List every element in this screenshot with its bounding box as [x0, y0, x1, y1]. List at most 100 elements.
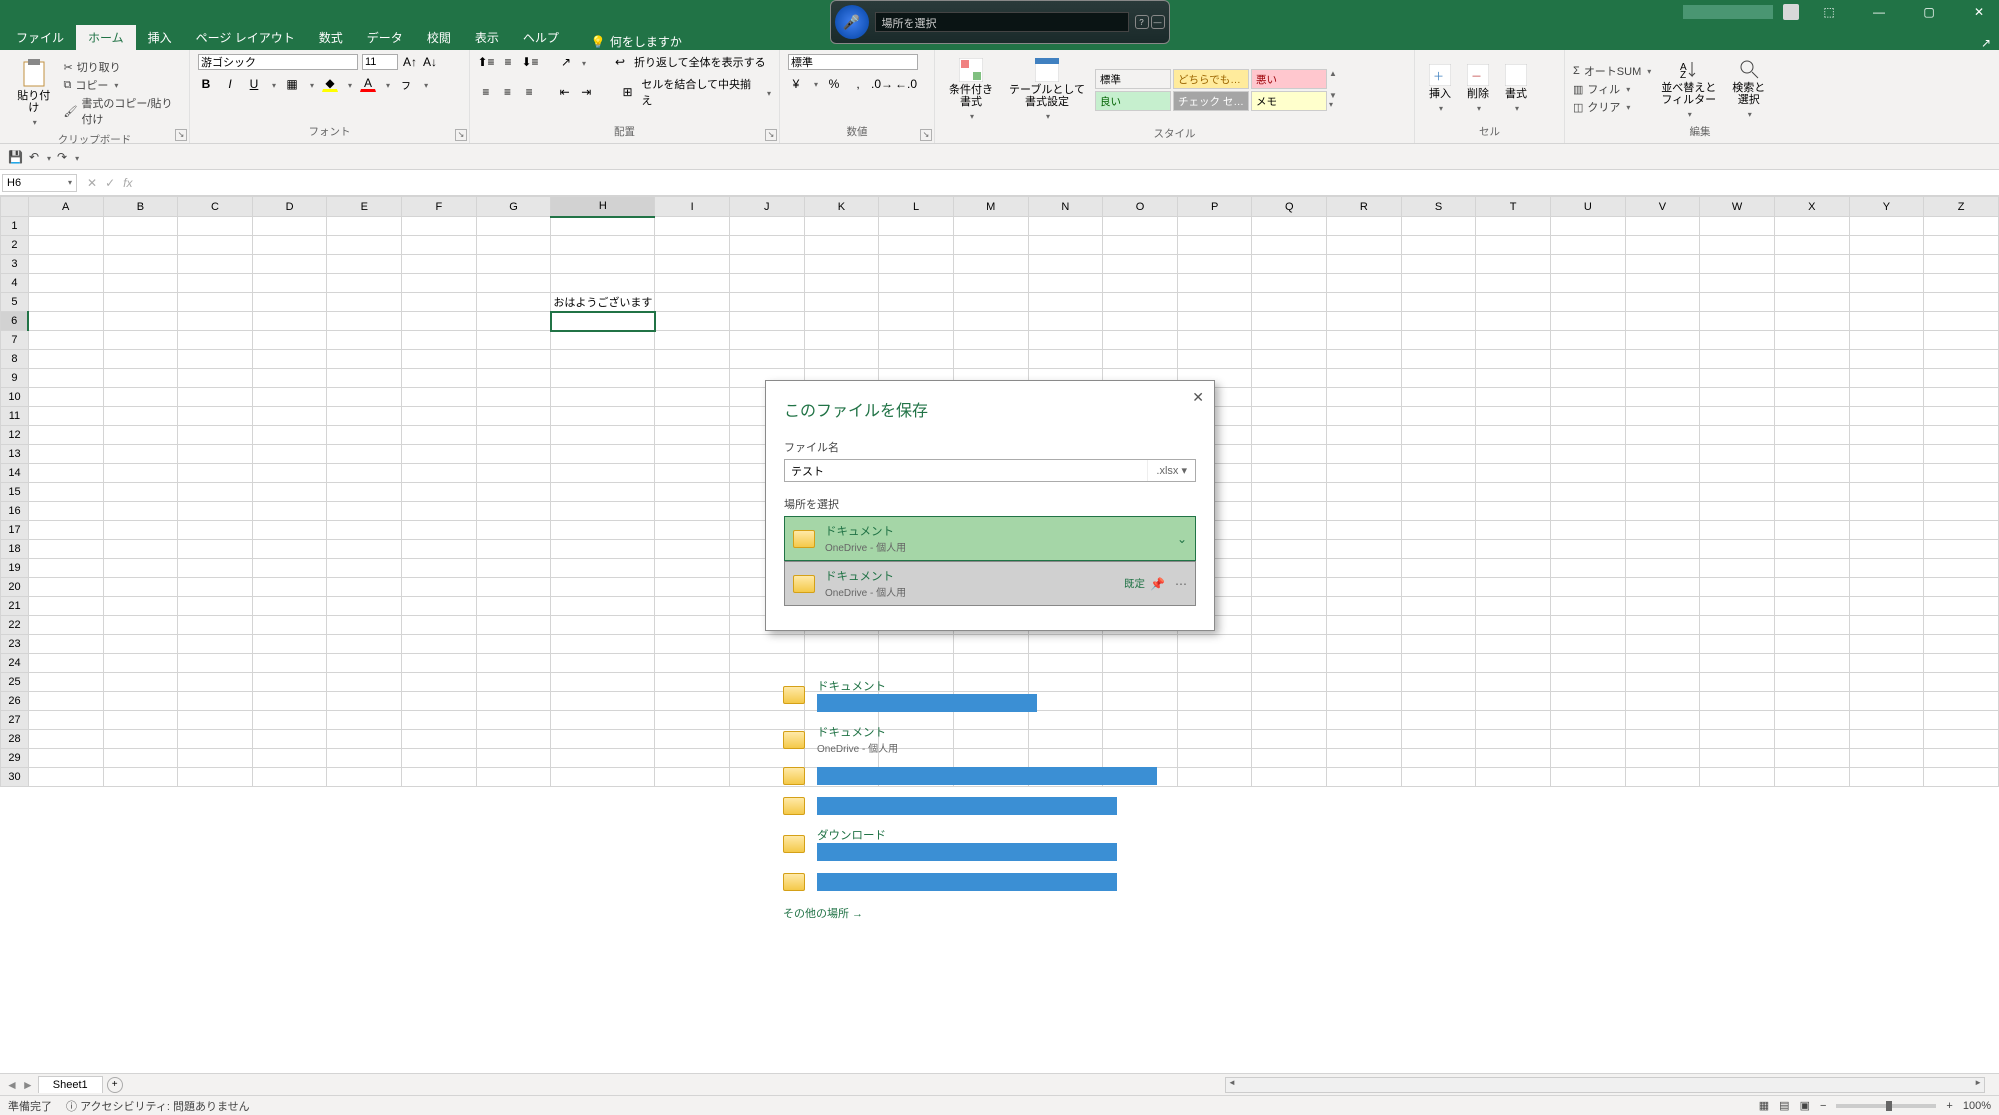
row-header-7[interactable]: 7	[1, 331, 29, 350]
cell-A11[interactable]	[28, 407, 103, 426]
cell-Z14[interactable]	[1924, 464, 1999, 483]
cell-X29[interactable]	[1774, 749, 1849, 768]
cell-E30[interactable]	[327, 768, 402, 787]
cell-X11[interactable]	[1774, 407, 1849, 426]
cell-I1[interactable]	[655, 217, 730, 236]
cell-I11[interactable]	[655, 407, 730, 426]
cell-Y22[interactable]	[1849, 616, 1924, 635]
col-header-M[interactable]: M	[953, 197, 1028, 217]
cell-F16[interactable]	[402, 502, 477, 521]
cell-F25[interactable]	[402, 673, 477, 692]
cell-Z2[interactable]	[1924, 236, 1999, 255]
cell-S6[interactable]	[1401, 312, 1476, 331]
cell-Y29[interactable]	[1849, 749, 1924, 768]
cell-G26[interactable]	[476, 692, 551, 711]
cell-D30[interactable]	[252, 768, 327, 787]
zoom-level[interactable]: 100%	[1963, 1100, 1991, 1112]
cell-I15[interactable]	[655, 483, 730, 502]
cell-B1[interactable]	[103, 217, 178, 236]
row-header-14[interactable]: 14	[1, 464, 29, 483]
cell-H13[interactable]	[551, 445, 655, 464]
cell-M8[interactable]	[953, 350, 1028, 369]
cell-C24[interactable]	[178, 654, 253, 673]
cell-G6[interactable]	[476, 312, 551, 331]
cell-T26[interactable]	[1476, 692, 1551, 711]
cell-W25[interactable]	[1700, 673, 1775, 692]
cell-C8[interactable]	[178, 350, 253, 369]
cell-W21[interactable]	[1700, 597, 1775, 616]
cell-V15[interactable]	[1625, 483, 1700, 502]
cell-E9[interactable]	[327, 369, 402, 388]
cell-C23[interactable]	[178, 635, 253, 654]
cell-H3[interactable]	[551, 255, 655, 274]
cell-I29[interactable]	[655, 749, 730, 768]
cell-O23[interactable]	[1103, 635, 1178, 654]
cell-M5[interactable]	[953, 293, 1028, 312]
insert-cells-button[interactable]: ＋挿入	[1423, 60, 1457, 118]
cell-A13[interactable]	[28, 445, 103, 464]
percent-icon[interactable]: %	[826, 76, 842, 92]
cell-N8[interactable]	[1028, 350, 1103, 369]
col-header-P[interactable]: P	[1177, 197, 1252, 217]
cell-S7[interactable]	[1401, 331, 1476, 350]
cell-S11[interactable]	[1401, 407, 1476, 426]
cell-V1[interactable]	[1625, 217, 1700, 236]
cell-J5[interactable]	[729, 293, 804, 312]
col-header-V[interactable]: V	[1625, 197, 1700, 217]
cell-V24[interactable]	[1625, 654, 1700, 673]
speech-help-icon[interactable]: ?	[1135, 15, 1149, 29]
cell-E4[interactable]	[327, 274, 402, 293]
cell-U7[interactable]	[1550, 331, 1625, 350]
cell-G7[interactable]	[476, 331, 551, 350]
cell-H5[interactable]: おはようございます	[551, 293, 655, 312]
cell-D22[interactable]	[252, 616, 327, 635]
cell-T22[interactable]	[1476, 616, 1551, 635]
cell-W24[interactable]	[1700, 654, 1775, 673]
cell-I22[interactable]	[655, 616, 730, 635]
style-scroll-down[interactable]: ▼	[1329, 91, 1337, 100]
cell-V21[interactable]	[1625, 597, 1700, 616]
cell-L1[interactable]	[879, 217, 954, 236]
cell-R5[interactable]	[1327, 293, 1402, 312]
zoom-slider[interactable]	[1836, 1104, 1936, 1108]
align-middle-icon[interactable]: ≡	[500, 54, 516, 70]
cell-X14[interactable]	[1774, 464, 1849, 483]
cell-A18[interactable]	[28, 540, 103, 559]
cell-G1[interactable]	[476, 217, 551, 236]
cell-R27[interactable]	[1327, 711, 1402, 730]
delete-cells-button[interactable]: －削除	[1461, 60, 1495, 118]
cell-G10[interactable]	[476, 388, 551, 407]
cell-P2[interactable]	[1177, 236, 1252, 255]
save-icon[interactable]: 💾	[8, 150, 23, 164]
cell-A24[interactable]	[28, 654, 103, 673]
col-header-U[interactable]: U	[1550, 197, 1625, 217]
cell-F3[interactable]	[402, 255, 477, 274]
view-normal-icon[interactable]: ▦	[1759, 1099, 1769, 1112]
cell-X4[interactable]	[1774, 274, 1849, 293]
cell-E26[interactable]	[327, 692, 402, 711]
cell-V8[interactable]	[1625, 350, 1700, 369]
cell-W17[interactable]	[1700, 521, 1775, 540]
cell-P23[interactable]	[1177, 635, 1252, 654]
increase-indent-icon[interactable]: ⇥	[578, 84, 594, 100]
col-header-Y[interactable]: Y	[1849, 197, 1924, 217]
cell-H1[interactable]	[551, 217, 655, 236]
cell-E29[interactable]	[327, 749, 402, 768]
cell-G21[interactable]	[476, 597, 551, 616]
row-header-17[interactable]: 17	[1, 521, 29, 540]
cell-Q18[interactable]	[1252, 540, 1327, 559]
cell-V26[interactable]	[1625, 692, 1700, 711]
cell-K4[interactable]	[804, 274, 879, 293]
cell-O1[interactable]	[1103, 217, 1178, 236]
cell-A2[interactable]	[28, 236, 103, 255]
cell-Q27[interactable]	[1252, 711, 1327, 730]
cell-Z26[interactable]	[1924, 692, 1999, 711]
cell-H9[interactable]	[551, 369, 655, 388]
cell-B14[interactable]	[103, 464, 178, 483]
cell-C17[interactable]	[178, 521, 253, 540]
cell-M1[interactable]	[953, 217, 1028, 236]
cell-N23[interactable]	[1028, 635, 1103, 654]
cell-Q28[interactable]	[1252, 730, 1327, 749]
cell-A8[interactable]	[28, 350, 103, 369]
cell-H4[interactable]	[551, 274, 655, 293]
